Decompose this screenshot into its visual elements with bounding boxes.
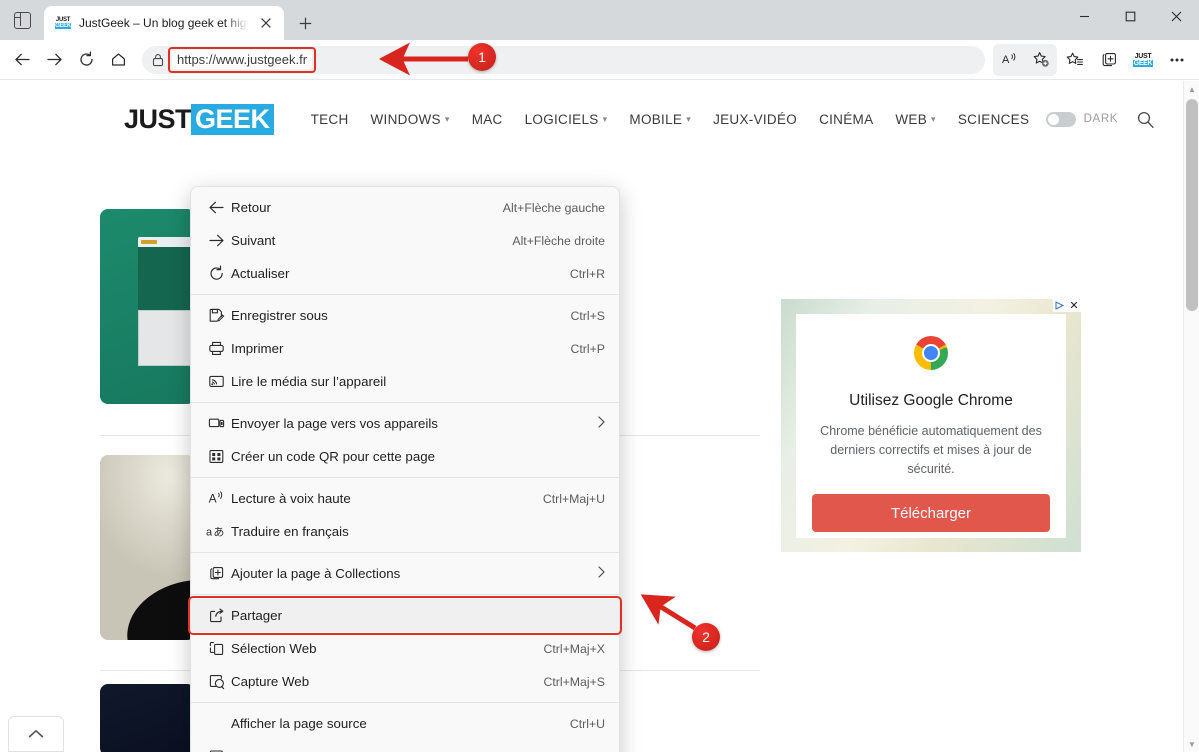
annotation-arrow-1 (378, 42, 697, 631)
browser-window: JUST GEEK JustGeek – Un blog geek et hig… (0, 0, 1199, 752)
annotation-badge-2: 2 (692, 623, 720, 651)
step-number: 2 (692, 623, 720, 651)
annotation-badge-1: 1 (468, 43, 496, 71)
step-number: 1 (468, 43, 496, 71)
